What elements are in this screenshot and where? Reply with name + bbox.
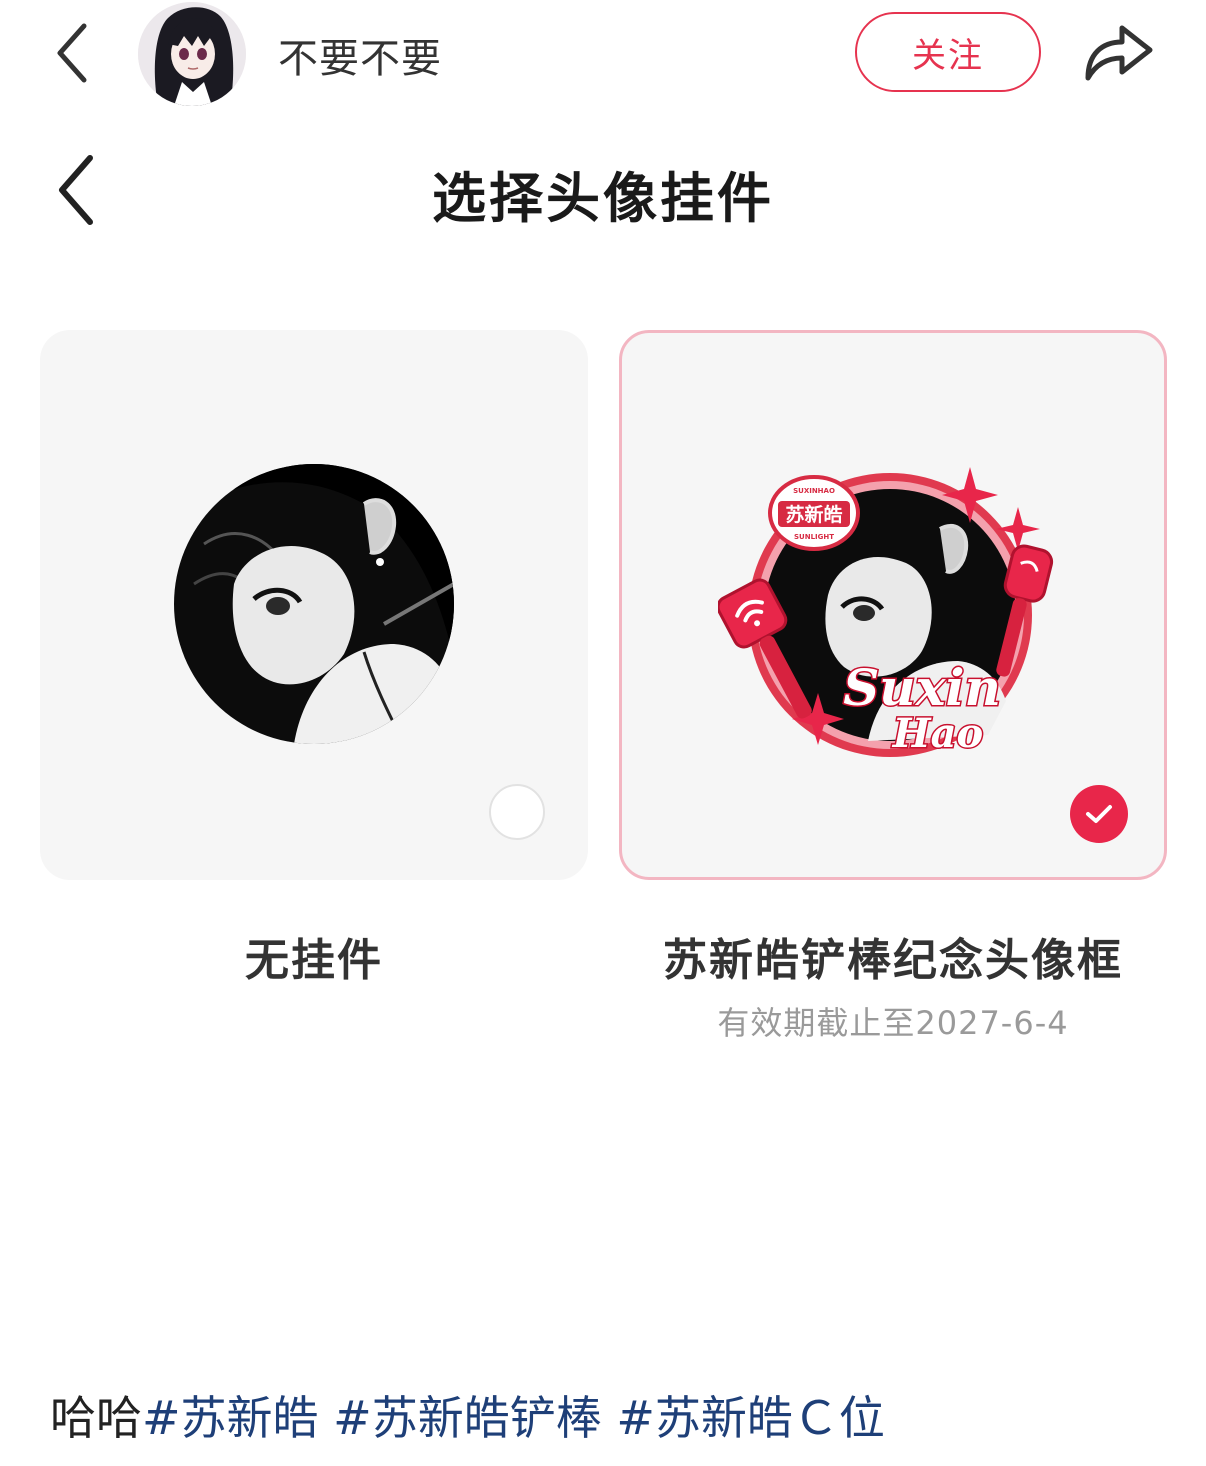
frame-script-line1: Suxin <box>843 658 1001 717</box>
hashtag-link[interactable]: #苏新皓 <box>142 1391 319 1445</box>
author-name[interactable]: 不要不要 <box>278 26 442 84</box>
author-avatar[interactable] <box>138 2 246 106</box>
option-card-memorial-frame[interactable]: 苏新皓 SUXINHAO SUNLIGHT Suxin Hao <box>619 330 1167 880</box>
option-card-no-frame[interactable] <box>40 330 588 880</box>
share-arrow-icon[interactable] <box>1082 18 1156 84</box>
frame-badge-text: 苏新皓 <box>785 503 842 526</box>
decorated-avatar-frame: 苏新皓 SUXINHAO SUNLIGHT Suxin Hao <box>716 467 1054 759</box>
hashtag-link[interactable]: #苏新皓铲棒 <box>319 1391 602 1445</box>
avatar-frame-preview: 苏新皓 SUXINHAO SUNLIGHT Suxin Hao <box>716 455 1068 775</box>
frame-badge-lower-text: SUNLIGHT <box>794 533 834 541</box>
page-title: 选择头像挂件 <box>432 167 774 230</box>
frame-badge-upper-text: SUXINHAO <box>793 487 835 495</box>
radio-unselected[interactable] <box>489 784 545 840</box>
option-expiry: 有效期截止至2027-6-4 <box>717 1004 1069 1042</box>
radio-selected-check[interactable] <box>1070 785 1128 843</box>
checkmark-icon <box>1086 805 1112 823</box>
avatar-illustration <box>174 464 454 744</box>
caption-text: 哈哈 <box>50 1391 142 1445</box>
post-header: 不要不要 关注 <box>0 0 1206 110</box>
option-label-memorial-frame: 苏新皓铲棒纪念头像框 <box>663 935 1123 986</box>
post-caption: 哈哈#苏新皓 #苏新皓铲棒 #苏新皓Ｃ位 <box>50 1382 885 1448</box>
back-chevron-icon[interactable] <box>50 20 98 86</box>
avatar-preview <box>174 464 454 744</box>
follow-button[interactable]: 关注 <box>855 12 1041 92</box>
option-label-no-frame: 无挂件 <box>245 935 383 986</box>
hashtag-link[interactable]: #苏新皓Ｃ位 <box>602 1391 885 1445</box>
frame-script-line2: Hao <box>892 710 983 757</box>
